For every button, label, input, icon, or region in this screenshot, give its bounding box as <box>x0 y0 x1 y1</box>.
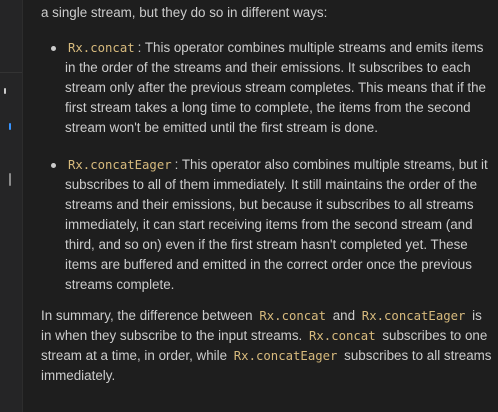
summary-paragraph: In summary, the difference between Rx.co… <box>41 306 493 386</box>
list-item-text: : This operator also combines multiple s… <box>65 157 488 292</box>
summary-text: and <box>329 308 359 323</box>
strip-glyph-icon <box>4 88 6 94</box>
inline-code-concat-eager: Rx.concatEager <box>68 158 172 172</box>
bullet-dot-icon <box>51 46 56 51</box>
inline-code: Rx.concatEager <box>233 349 338 363</box>
strip-divider <box>0 72 22 73</box>
active-line-marker-icon <box>9 123 11 130</box>
summary-text: In summary, the difference between <box>41 308 257 323</box>
scroll-marker-icon[interactable] <box>9 173 11 186</box>
inline-code: Rx.concatEager <box>361 309 466 323</box>
inline-code: Rx.concat <box>259 309 326 323</box>
list-item-concat: Rx.concat: This operator combines multip… <box>41 38 493 138</box>
list-item-concat-eager: Rx.concatEager: This operator also combi… <box>41 155 493 295</box>
operator-list: Rx.concat: This operator combines multip… <box>41 38 493 312</box>
inline-code-concat: Rx.concat <box>68 41 135 55</box>
bullet-dot-icon <box>51 163 56 168</box>
inline-code: Rx.concat <box>308 329 376 343</box>
left-activity-strip <box>0 0 23 412</box>
intro-text: a single stream, but they do so in diffe… <box>41 5 328 20</box>
